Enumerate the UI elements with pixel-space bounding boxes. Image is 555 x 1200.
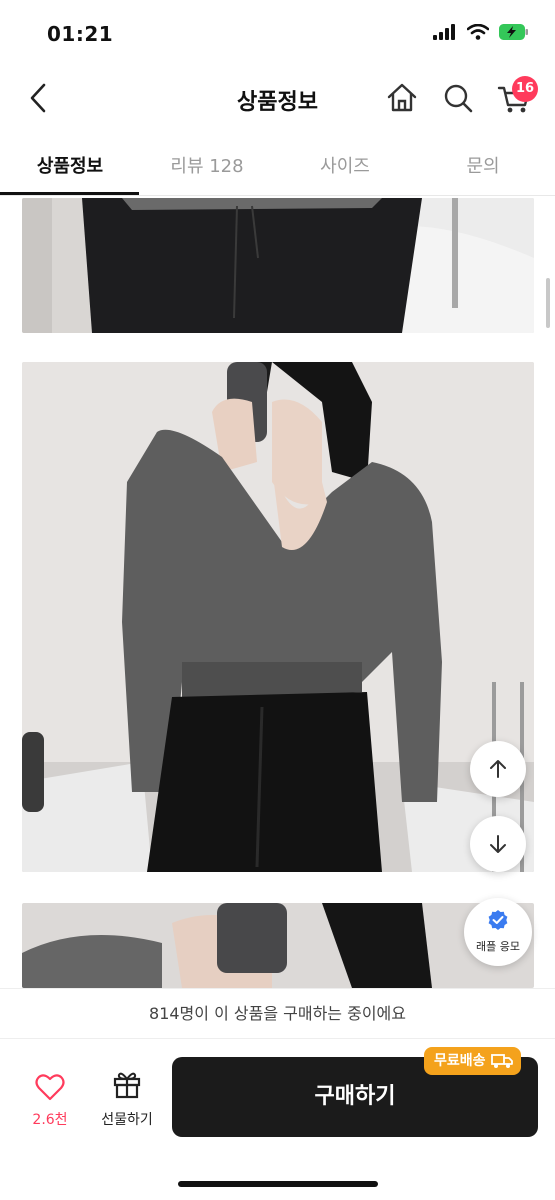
like-count: 2.6천 — [32, 1112, 68, 1128]
home-indicator — [178, 1181, 378, 1187]
battery-icon — [499, 24, 528, 40]
scroll-down-button[interactable] — [470, 816, 526, 872]
top-navigation: 상품정보 — [0, 66, 555, 132]
truck-icon — [490, 1054, 513, 1068]
home-icon — [387, 83, 417, 112]
signal-icon — [433, 24, 455, 40]
arrow-up-icon — [490, 760, 506, 778]
raffle-label: 래플 응모 — [476, 940, 520, 953]
arrow-down-icon — [490, 835, 506, 853]
bottom-action-bar: 2.6천 선물하기 구매하기 무료배송 — [0, 1038, 555, 1200]
free-shipping-label: 무료배송 — [434, 1053, 486, 1069]
verified-badge-icon — [488, 910, 508, 930]
status-time: 01:21 — [47, 22, 114, 46]
gift-button[interactable]: 선물하기 — [92, 1069, 162, 1129]
wifi-icon — [467, 24, 489, 40]
status-icons — [433, 24, 529, 40]
gift-icon — [113, 1072, 141, 1099]
tab-reviews[interactable]: 리뷰 128 — [137, 152, 277, 178]
status-bar: 01:21 — [0, 0, 555, 66]
like-button[interactable]: 2.6천 — [22, 1073, 78, 1129]
raffle-button[interactable]: 래플 응모 — [464, 898, 532, 966]
purchase-notice: 814명이 이 상품을 구매하는 중이에요 — [0, 988, 555, 1038]
free-shipping-badge: 무료배송 — [424, 1047, 521, 1075]
tab-size[interactable]: 사이즈 — [275, 152, 415, 178]
active-tab-indicator — [0, 192, 139, 195]
product-image-1 — [22, 198, 534, 333]
tab-product-info[interactable]: 상품정보 — [0, 152, 140, 178]
product-image-2 — [22, 362, 534, 872]
search-button[interactable] — [440, 80, 476, 116]
tab-inquiry[interactable]: 문의 — [413, 152, 553, 178]
tab-bar: 상품정보 리뷰 128 사이즈 문의 — [0, 140, 555, 196]
home-button[interactable] — [384, 80, 420, 116]
heart-icon — [35, 1074, 65, 1101]
scroll-up-button[interactable] — [470, 741, 526, 797]
product-image-3 — [22, 903, 534, 988]
search-icon — [444, 84, 473, 113]
scrollbar[interactable] — [546, 278, 550, 328]
cart-count-badge: 16 — [512, 76, 538, 102]
gift-label: 선물하기 — [101, 1112, 153, 1128]
